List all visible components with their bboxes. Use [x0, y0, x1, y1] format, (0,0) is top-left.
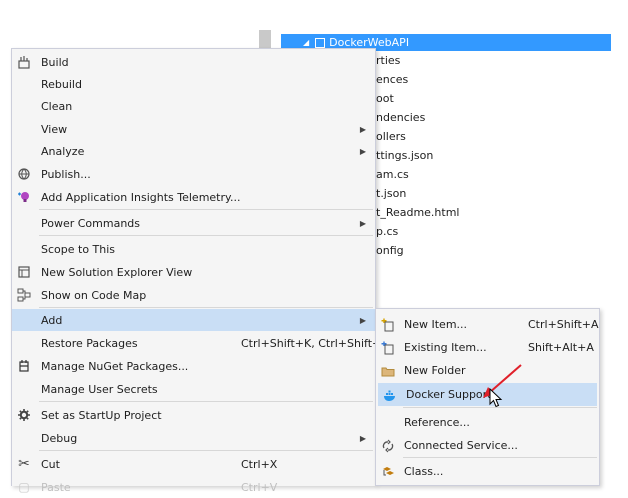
menu-item-label: Add Application Insights Telemetry... — [41, 190, 241, 204]
project-icon — [315, 37, 326, 48]
menu-item-label: New Item... — [404, 318, 468, 331]
menu-item-label: Rebuild — [41, 77, 82, 91]
menu-item-label: New Solution Explorer View — [41, 265, 193, 279]
expand-arrow-icon[interactable]: ◢ — [303, 38, 309, 47]
menu-item-label: Build — [41, 55, 69, 69]
menu-item-label: Set as StartUp Project — [41, 408, 162, 422]
explorer-tree-item[interactable]: ences — [376, 71, 408, 89]
menu-item-new-solution-explorer-view[interactable]: New Solution Explorer View — [12, 261, 375, 283]
build-icon — [16, 54, 32, 70]
menu-item-build[interactable]: Build — [12, 51, 375, 73]
explorer-tree-item[interactable]: oot — [376, 90, 394, 108]
menu-item-add[interactable]: Add ▶ — [12, 309, 375, 331]
menu-item-shortcut: Ctrl+Shift+A — [528, 318, 599, 331]
submenu-item-connected-service[interactable]: Connected Service... — [376, 434, 599, 457]
menu-item-shortcut: Ctrl+X — [241, 457, 278, 471]
folder-icon — [380, 363, 396, 379]
menu-item-shortcut: Ctrl+V — [241, 480, 278, 494]
submenu-arrow-icon: ▶ — [359, 433, 366, 443]
menu-item-shortcut: Ctrl+Shift+K, Ctrl+Shift+R — [241, 336, 389, 350]
menu-item-app-insights[interactable]: Add Application Insights Telemetry... — [12, 186, 375, 208]
context-menu: Build Rebuild Clean View ▶ Analyze ▶ Pub… — [11, 48, 389, 494]
menu-item-label: Class... — [404, 465, 444, 478]
menu-item-label: Publish... — [41, 167, 91, 181]
menu-item-label: Scope to This — [41, 242, 116, 256]
menu-item-label: Debug — [41, 431, 78, 445]
menu-separator — [39, 209, 373, 210]
docker-icon — [382, 387, 398, 403]
menu-item-label: Analyze — [41, 144, 85, 158]
menu-item-manage-user-secrets[interactable]: Manage User Secrets — [12, 378, 375, 400]
existing-item-icon — [380, 340, 396, 356]
menu-item-label: Docker Support — [406, 388, 492, 401]
menu-item-label: Add — [41, 313, 63, 327]
menu-item-power-commands[interactable]: Power Commands ▶ — [12, 212, 375, 234]
menu-item-shortcut: Shift+Alt+A — [528, 341, 594, 354]
menu-item-restore-packages[interactable]: Restore Packages Ctrl+Shift+K, Ctrl+Shif… — [12, 332, 389, 354]
menu-item-view[interactable]: View ▶ — [12, 118, 375, 140]
class-icon — [380, 464, 396, 480]
submenu-item-existing-item[interactable]: Existing Item... Shift+Alt+A — [376, 336, 599, 359]
explorer-tree-item[interactable]: ndencies — [376, 109, 425, 127]
new-item-icon — [380, 317, 396, 333]
menu-item-manage-nuget-packages[interactable]: Manage NuGet Packages... — [12, 355, 375, 377]
submenu-item-class[interactable]: Class... — [376, 460, 599, 483]
menu-item-label: View — [41, 122, 68, 136]
explorer-tree-item[interactable]: rties — [376, 52, 400, 70]
menu-item-label: Power Commands — [41, 216, 141, 230]
menu-item-debug[interactable]: Debug ▶ — [12, 427, 375, 449]
menu-item-label: Show on Code Map — [41, 288, 147, 302]
publish-icon — [16, 166, 32, 182]
explorer-tree-item[interactable]: am.cs — [376, 166, 409, 184]
app-insights-icon — [16, 189, 32, 205]
menu-item-rebuild[interactable]: Rebuild — [12, 73, 375, 95]
explorer-tree-item[interactable]: t.json — [376, 185, 406, 203]
submenu-item-new-item[interactable]: New Item... Ctrl+Shift+A — [376, 313, 599, 336]
submenu-arrow-icon: ▶ — [359, 315, 366, 325]
menu-item-label: Manage NuGet Packages... — [41, 359, 189, 373]
explorer-tree-item[interactable]: onfig — [376, 242, 404, 260]
menu-item-analyze[interactable]: Analyze ▶ — [12, 140, 375, 162]
menu-item-show-on-code-map[interactable]: Show on Code Map — [12, 284, 375, 306]
connected-service-icon — [380, 438, 396, 454]
explorer-scroll-stub — [259, 30, 271, 48]
menu-separator — [39, 307, 373, 308]
submenu-item-reference[interactable]: Reference... — [376, 411, 599, 434]
explorer-tree-item[interactable]: ttings.json — [376, 147, 433, 165]
menu-separator — [39, 401, 373, 402]
menu-item-publish[interactable]: Publish... — [12, 163, 375, 185]
menu-item-label: Paste — [41, 480, 71, 494]
menu-separator — [403, 457, 597, 458]
nuget-icon — [16, 358, 32, 374]
mouse-cursor-icon — [489, 388, 503, 408]
explorer-tree-item[interactable]: ollers — [376, 128, 406, 146]
submenu-arrow-icon: ▶ — [359, 124, 366, 134]
menu-item-label: Connected Service... — [404, 439, 518, 452]
code-map-icon — [16, 287, 32, 303]
explorer-tree-item[interactable]: p.cs — [376, 223, 398, 241]
submenu-arrow-icon: ▶ — [359, 146, 366, 156]
menu-item-label: Existing Item... — [404, 341, 487, 354]
menu-item-label: Clean — [41, 99, 73, 113]
menu-item-cut[interactable]: ✂ Cut Ctrl+X — [12, 453, 375, 475]
gear-icon — [16, 407, 32, 423]
menu-item-paste[interactable]: ▢ Paste Ctrl+V — [12, 476, 375, 498]
menu-separator — [39, 235, 373, 236]
new-view-icon — [16, 264, 32, 280]
submenu-arrow-icon: ▶ — [359, 218, 366, 228]
menu-item-set-as-startup-project[interactable]: Set as StartUp Project — [12, 404, 375, 426]
menu-item-label: Restore Packages — [41, 336, 138, 350]
paste-icon: ▢ — [18, 480, 30, 494]
explorer-tree-item[interactable]: t_Readme.html — [376, 204, 460, 222]
menu-item-label: Manage User Secrets — [41, 382, 158, 396]
menu-item-clean[interactable]: Clean — [12, 95, 375, 117]
menu-item-label: Cut — [41, 457, 60, 471]
menu-item-label: Reference... — [404, 416, 470, 429]
scissors-icon: ✂ — [18, 456, 30, 472]
menu-item-scope-to-this[interactable]: Scope to This — [12, 238, 375, 260]
menu-item-label: New Folder — [404, 364, 466, 377]
menu-separator — [39, 450, 373, 451]
